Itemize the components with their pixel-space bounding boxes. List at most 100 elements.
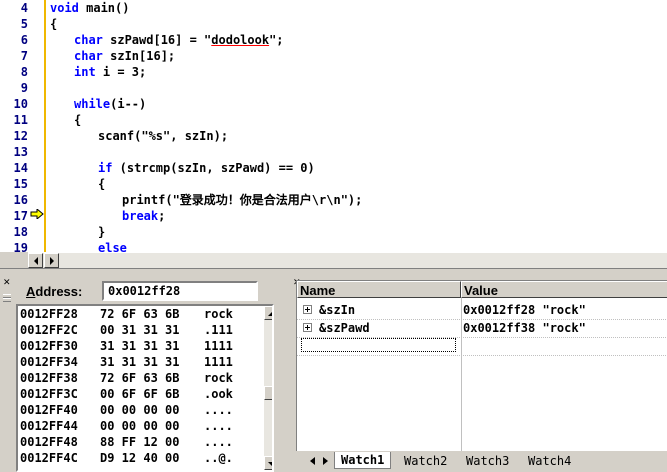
scroll-left-button[interactable] [28, 253, 43, 268]
watch-value: 0x0012ff28 "rock" [463, 303, 586, 317]
memory-bytes: 72 6F 63 6B [100, 307, 180, 321]
memory-address: 0012FF44 [20, 419, 78, 433]
memory-view[interactable]: 0012FF28 72 6F 63 6B rock 0012FF2C 00 31 31… [16, 304, 274, 472]
memory-ascii: .111 [204, 323, 233, 337]
watch-row[interactable]: &szPawd 0x0012ff38 "rock" [297, 319, 667, 338]
tab-watch2[interactable]: Watch2 [398, 453, 453, 469]
tab-scroll-left-icon[interactable] [308, 455, 318, 467]
scroll-up-button[interactable] [264, 306, 272, 320]
memory-ascii: 1111 [204, 339, 233, 353]
line-number: 17 [13, 209, 28, 223]
memory-address: 0012FF38 [20, 371, 78, 385]
expand-icon[interactable] [303, 305, 312, 314]
memory-bytes: 00 00 00 00 [100, 403, 180, 417]
memory-ascii: rock [204, 307, 233, 321]
memory-bytes: 31 31 31 31 [100, 339, 180, 353]
memory-ascii: rock [204, 371, 233, 385]
code-line[interactable]: break; [122, 208, 165, 224]
triangle-right-icon [50, 257, 54, 265]
watch-grid[interactable]: Name Value &szIn 0x0012ff28 "rock" &szPa… [296, 280, 667, 451]
column-header-value[interactable]: Value [461, 281, 667, 298]
watch-row[interactable]: &szIn 0x0012ff28 "rock" [297, 301, 667, 320]
line-number: 14 [13, 161, 28, 175]
keyword: while [74, 97, 111, 111]
watch-row-empty[interactable] [297, 337, 667, 356]
tab-scroll-right-icon[interactable] [320, 455, 330, 467]
dock-grip[interactable] [3, 280, 11, 468]
code-line[interactable]: char szPawd[16] = "dodolook"; [74, 32, 284, 48]
code-line[interactable]: { [74, 112, 81, 128]
arrow-right-icon [30, 209, 44, 219]
watch-name: &szPawd [319, 321, 370, 335]
code-line[interactable]: int i = 3; [74, 64, 146, 80]
watch-value: 0x0012ff38 "rock" [463, 321, 586, 335]
code-line[interactable]: { [98, 176, 105, 192]
memory-bytes: 72 6F 63 6B [100, 371, 180, 385]
code-text: (i--) [110, 97, 147, 111]
close-icon[interactable]: ✕ [3, 278, 11, 288]
memory-bytes: 31 31 31 31 [100, 355, 180, 369]
expand-icon[interactable] [303, 323, 312, 332]
scroll-thumb[interactable] [264, 386, 272, 400]
code-text: { [50, 17, 58, 31]
memory-address: 0012FF34 [20, 355, 78, 369]
watch-name: &szIn [319, 303, 356, 317]
code-text: ; [158, 209, 166, 223]
scroll-down-button[interactable] [264, 456, 272, 470]
code-text: szPawd[16] = " [102, 33, 212, 47]
code-line[interactable]: void main() [50, 0, 129, 16]
code-line[interactable]: while(i--) [74, 96, 146, 112]
code-editor[interactable]: 4 5 6 7 8 9 10 11 12 13 14 15 16 17 18 1… [0, 0, 667, 252]
memory-address: 0012FF30 [20, 339, 78, 353]
code-text: } [98, 225, 106, 239]
memory-vertical-scrollbar[interactable] [264, 306, 272, 470]
address-input[interactable]: 0x0012ff28 [102, 281, 258, 301]
scroll-right-button[interactable] [44, 253, 59, 268]
editor-horizontal-scrollbar[interactable] [28, 252, 667, 269]
keyword: else [98, 241, 127, 252]
keyword: break [122, 209, 159, 223]
code-line[interactable]: char szIn[16]; [74, 48, 175, 64]
memory-address: 0012FF4C [20, 451, 78, 465]
line-number: 11 [13, 113, 28, 127]
line-number: 13 [13, 145, 28, 159]
memory-address: 0012FF40 [20, 403, 78, 417]
new-watch-input[interactable] [301, 338, 456, 352]
tab-watch3[interactable]: Watch3 [460, 453, 515, 469]
line-number: 5 [20, 17, 28, 31]
line-number: 15 [13, 177, 28, 191]
keyword: if [98, 161, 113, 175]
memory-ascii: .... [204, 403, 233, 417]
line-number: 6 [20, 33, 28, 47]
line-number: 4 [20, 1, 28, 15]
address-label-text: ddress: [35, 284, 83, 299]
memory-bytes: 00 31 31 31 [100, 323, 180, 337]
tab-watch1[interactable]: Watch1 [334, 452, 392, 469]
keyword: void [50, 1, 79, 15]
code-text: szIn[16]; [102, 49, 176, 63]
memory-address: 0012FF28 [20, 307, 78, 321]
memory-address: 0012FF3C [20, 387, 78, 401]
keyword: char [74, 33, 103, 47]
line-number: 18 [13, 225, 28, 239]
code-line[interactable]: if (strcmp(szIn, szPawd) == 0) [98, 160, 315, 176]
code-line[interactable]: } [98, 224, 105, 240]
memory-bytes: 88 FF 12 00 [100, 435, 180, 449]
memory-ascii: .ook [204, 387, 233, 401]
code-text: dodolook [211, 33, 270, 47]
line-number: 16 [13, 193, 28, 207]
line-number-gutter: 4 5 6 7 8 9 10 11 12 13 14 15 16 17 18 1… [0, 0, 28, 252]
code-line[interactable]: else [98, 240, 127, 252]
line-number: 9 [20, 81, 28, 95]
memory-bytes: 00 00 00 00 [100, 419, 180, 433]
column-header-name[interactable]: Name [297, 281, 461, 298]
memory-address: 0012FF2C [20, 323, 78, 337]
code-line[interactable]: { [50, 16, 57, 32]
line-number: 8 [20, 65, 28, 79]
code-line[interactable]: scanf("%s", szIn); [98, 128, 228, 144]
code-line[interactable]: printf("登录成功！你是合法用户\r\n"); [122, 192, 362, 208]
triangle-down-icon [268, 462, 272, 466]
tab-watch4[interactable]: Watch4 [522, 453, 577, 469]
code-text: i = 3; [95, 65, 147, 79]
keyword: char [74, 49, 103, 63]
